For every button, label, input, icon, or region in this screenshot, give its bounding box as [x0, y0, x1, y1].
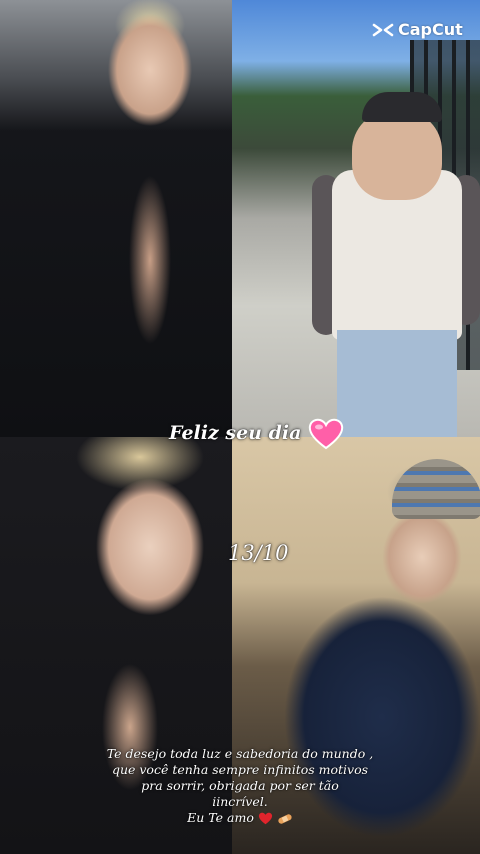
message-line: que você tenha sempre infinitos motivos — [111, 762, 369, 777]
capcut-label: CapCut — [398, 20, 463, 39]
greeting: Feliz seu dia — [169, 418, 344, 450]
message-line: Te desejo toda luz e sabedoria do mundo … — [106, 746, 374, 761]
bandage-icon — [278, 813, 292, 824]
message-line: pra sorrir, obrigada por ser tão — [141, 778, 339, 793]
greeting-text: Feliz seu dia — [169, 422, 302, 444]
photo-top-left — [0, 0, 232, 437]
message-line: iincrível. — [212, 794, 268, 809]
capcut-logo-icon — [372, 23, 394, 36]
message: Te desejo toda luz e sabedoria do mundo … — [90, 746, 390, 826]
cap — [362, 92, 442, 122]
capcut-watermark: CapCut — [372, 20, 463, 39]
photo-top-right — [232, 0, 480, 437]
beanie — [392, 459, 480, 519]
date-text: 13/10 — [228, 541, 289, 565]
face — [352, 110, 442, 200]
pink-heart-icon — [308, 418, 344, 450]
love-text: Eu Te amo — [187, 810, 254, 825]
message-line-last: Eu Te amo — [90, 810, 390, 826]
red-heart-icon — [258, 812, 272, 825]
jeans — [337, 330, 457, 437]
